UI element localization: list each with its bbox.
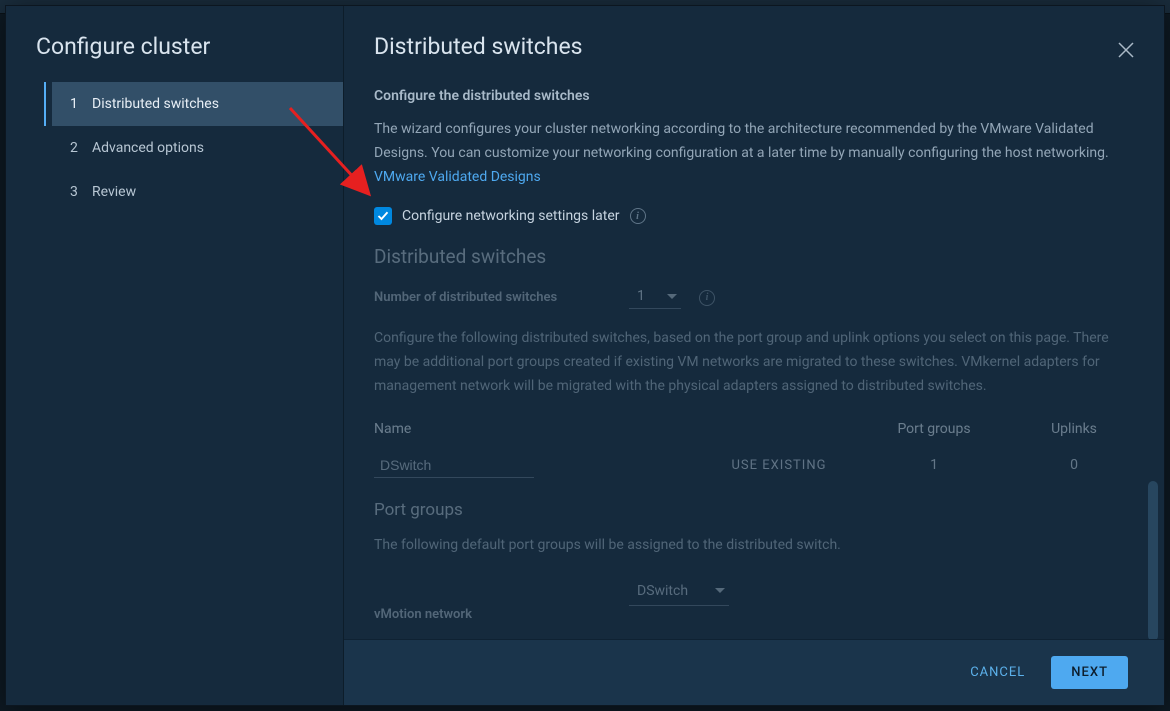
col-uplinks: Uplinks xyxy=(1014,421,1134,437)
num-switches-row: Number of distributed switches 1 i xyxy=(374,286,1134,309)
checkbox-label: Configure networking settings later xyxy=(402,208,620,224)
dswitch-name-input[interactable] xyxy=(374,453,534,478)
close-button[interactable] xyxy=(1118,42,1134,63)
port-groups-value: 1 xyxy=(854,457,1014,473)
wizard-sidebar: Configure cluster 1 Distributed switches… xyxy=(6,6,344,705)
vmotion-switch-select[interactable]: DSwitch xyxy=(629,581,729,606)
info-icon[interactable]: i xyxy=(699,290,715,306)
step-label: Distributed switches xyxy=(92,96,219,112)
checkmark-icon xyxy=(377,210,389,222)
step-number: 1 xyxy=(70,96,80,112)
step-label: Advanced options xyxy=(92,140,204,156)
port-groups-heading: Port groups xyxy=(374,500,1134,520)
step-label: Review xyxy=(92,184,136,200)
wizard-steps: 1 Distributed switches 2 Advanced option… xyxy=(6,82,343,214)
table-row: USE EXISTING 1 0 xyxy=(374,447,1134,488)
vmotion-portgroup-input[interactable] xyxy=(629,620,809,628)
distributed-switches-heading: Distributed switches xyxy=(374,245,1134,268)
wizard-main: Distributed switches Configure the distr… xyxy=(344,6,1164,705)
configure-cluster-modal: Configure cluster 1 Distributed switches… xyxy=(5,5,1165,706)
ds-table-header: Name Port groups Uplinks xyxy=(374,421,1134,447)
step-review[interactable]: 3 Review xyxy=(52,170,343,214)
col-name: Name xyxy=(374,421,704,437)
cancel-button[interactable]: CANCEL xyxy=(964,657,1031,688)
description-text: The wizard configures your cluster netwo… xyxy=(374,118,1134,189)
chevron-down-icon xyxy=(667,294,677,299)
ds-body-text: Configure the following distributed swit… xyxy=(374,327,1134,398)
vmware-validated-designs-link[interactable]: VMware Validated Designs xyxy=(374,169,541,185)
vmotion-row: vMotion network DSwitch xyxy=(374,580,1134,628)
pg-body-text: The following default port groups will b… xyxy=(374,534,1134,558)
configure-later-row: Configure networking settings later i xyxy=(374,207,1134,225)
step-number: 2 xyxy=(70,140,80,156)
page-title: Distributed switches xyxy=(374,33,1134,60)
next-button[interactable]: NEXT xyxy=(1051,656,1128,689)
step-advanced-options[interactable]: 2 Advanced options xyxy=(52,126,343,170)
info-icon[interactable]: i xyxy=(630,208,646,224)
section-subtitle: Configure the distributed switches xyxy=(374,88,1134,104)
close-icon xyxy=(1118,42,1134,58)
use-existing-button[interactable]: USE EXISTING xyxy=(732,458,827,473)
chevron-down-icon xyxy=(715,588,725,593)
configure-later-checkbox[interactable] xyxy=(374,207,392,225)
num-switches-select[interactable]: 1 xyxy=(629,286,681,309)
vmotion-label: vMotion network xyxy=(374,607,629,622)
scrollbar[interactable] xyxy=(1148,481,1158,641)
col-port-groups: Port groups xyxy=(854,421,1014,437)
step-number: 3 xyxy=(70,184,80,200)
uplinks-value: 0 xyxy=(1014,457,1134,473)
num-switches-label: Number of distributed switches xyxy=(374,290,629,305)
step-distributed-switches[interactable]: 1 Distributed switches xyxy=(52,82,343,126)
wizard-footer: CANCEL NEXT xyxy=(344,639,1164,705)
sidebar-title: Configure cluster xyxy=(6,33,343,82)
